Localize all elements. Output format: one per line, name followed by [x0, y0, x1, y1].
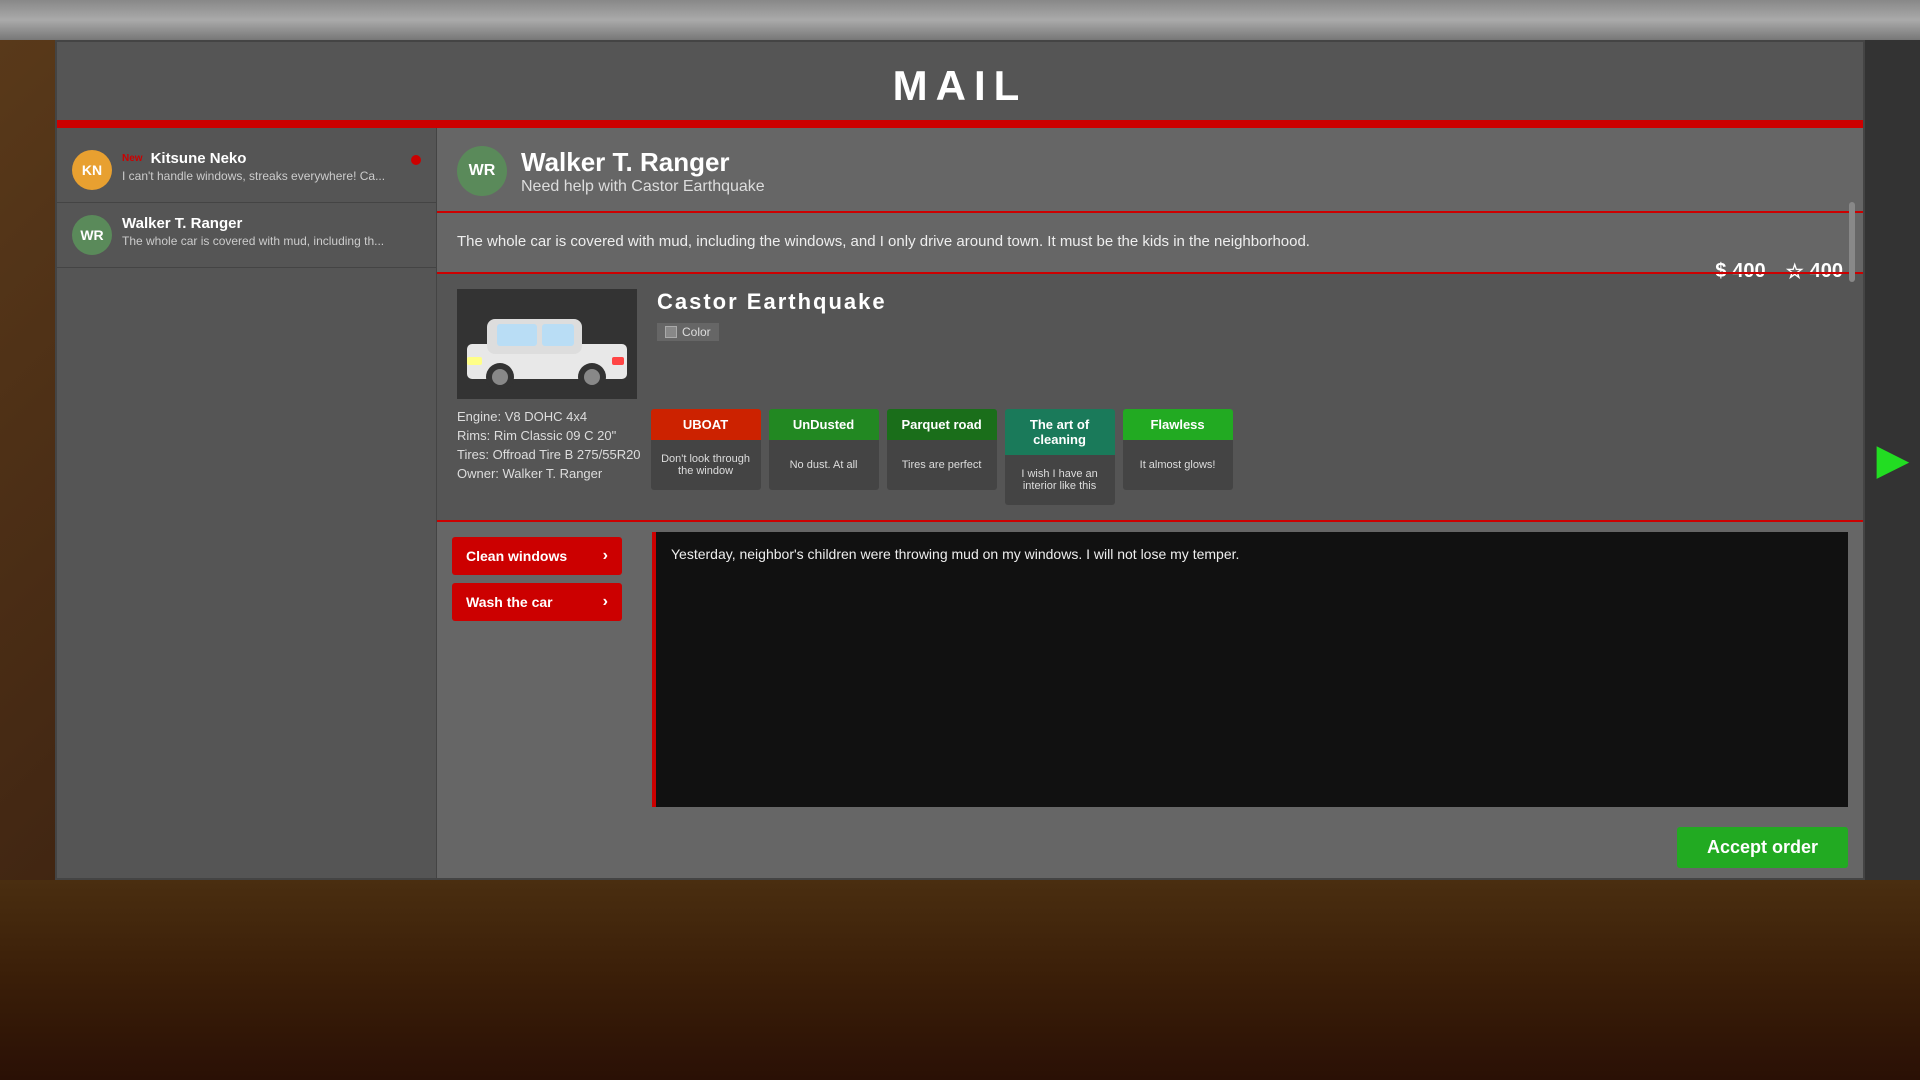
tasks-panel: Clean windows › Wash the car ›	[437, 522, 637, 818]
car-card-inner: Castor Earthquake Color $ 400	[457, 289, 1843, 399]
detail-sender-name: Walker T. Ranger	[521, 147, 765, 178]
badge-undusted-title: UnDusted	[769, 409, 879, 440]
badge-art-cleaning: The art of cleaning I wish I have an int…	[1005, 409, 1115, 505]
badge-uboat: UBOAT Don't look through the window	[651, 409, 761, 505]
ceiling-bg	[0, 0, 1920, 40]
mail-title: MAIL	[893, 62, 1028, 109]
badge-uboat-desc: Don't look through the window	[651, 440, 761, 490]
mail-preview-walker: The whole car is covered with mud, inclu…	[122, 234, 421, 248]
mail-item-header-kitsune: New Kitsune Neko	[122, 150, 401, 167]
car-specs: Engine: V8 DOHC 4x4 Rims: Rim Classic 09…	[457, 409, 641, 485]
mail-item-info-walker: Walker T. Ranger The whole car is covere…	[122, 215, 421, 248]
right-arrow-icon: ▶	[1877, 437, 1908, 483]
accept-order-button[interactable]: Accept order	[1677, 827, 1848, 868]
task-clean-windows-button[interactable]: Clean windows ›	[452, 537, 622, 575]
mail-preview-kitsune: I can't handle windows, streaks everywhe…	[122, 169, 401, 183]
notes-content: Yesterday, neighbor's children were thro…	[652, 532, 1848, 808]
badge-flawless-title: Flawless	[1123, 409, 1233, 440]
mail-panel: MAIL KN New Kitsune Neko I can't handle …	[55, 40, 1865, 880]
new-badge-kitsune: New	[122, 153, 143, 164]
mail-header: MAIL	[57, 42, 1863, 120]
notes-text: Yesterday, neighbor's children were thro…	[671, 546, 1239, 562]
mail-item-kitsune[interactable]: KN New Kitsune Neko I can't handle windo…	[57, 138, 436, 203]
badge-parquet-desc: Tires are perfect	[887, 440, 997, 490]
task-clean-windows-chevron: ›	[603, 547, 608, 565]
mail-detail: WR Walker T. Ranger Need help with Casto…	[437, 128, 1863, 878]
detail-subject: Need help with Castor Earthquake	[521, 178, 765, 196]
car-spec-rims: Rims: Rim Classic 09 C 20"	[457, 428, 641, 443]
mail-item-walker[interactable]: WR Walker T. Ranger The whole car is cov…	[57, 203, 436, 268]
detail-sender-info: Walker T. Ranger Need help with Castor E…	[521, 147, 765, 196]
badge-art-cleaning-desc: I wish I have an interior like this	[1005, 455, 1115, 505]
mail-list: KN New Kitsune Neko I can't handle windo…	[57, 128, 437, 878]
badge-uboat-title: UBOAT	[651, 409, 761, 440]
avatar-walker: WR	[72, 215, 112, 255]
bottom-wood	[0, 880, 1920, 1080]
sender-name-kitsune: Kitsune Neko	[151, 150, 247, 167]
task-clean-windows-label: Clean windows	[466, 548, 567, 564]
color-swatch	[665, 326, 677, 338]
car-card: Castor Earthquake Color $ 400	[437, 274, 1863, 522]
avatar-kitsune: KN	[72, 150, 112, 190]
detail-body: The whole car is covered with mud, inclu…	[437, 213, 1863, 274]
detail-avatar: WR	[457, 146, 507, 196]
mail-item-info-kitsune: New Kitsune Neko I can't handle windows,…	[122, 150, 401, 183]
mail-content-area: KN New Kitsune Neko I can't handle windo…	[57, 128, 1863, 878]
scroll-indicator[interactable]	[1849, 202, 1855, 282]
task-wash-car-label: Wash the car	[466, 594, 553, 610]
badge-parquet-title: Parquet road	[887, 409, 997, 440]
car-details-row: Engine: V8 DOHC 4x4 Rims: Rim Classic 09…	[457, 409, 1843, 505]
detail-sender-header: WR Walker T. Ranger Need help with Casto…	[437, 128, 1863, 213]
mail-item-header-walker: Walker T. Ranger	[122, 215, 421, 232]
badge-flawless: Flawless It almost glows!	[1123, 409, 1233, 505]
badge-art-cleaning-title: The art of cleaning	[1005, 409, 1115, 455]
header-divider	[57, 120, 1863, 128]
achievement-badges: UBOAT Don't look through the window UnDu…	[651, 409, 1843, 505]
task-wash-car-chevron: ›	[603, 593, 608, 611]
right-panel: ▶	[1865, 40, 1920, 880]
car-spec-tires: Tires: Offroad Tire B 275/55R20	[457, 447, 641, 462]
sender-name-walker: Walker T. Ranger	[122, 215, 242, 232]
task-wash-car-button[interactable]: Wash the car ›	[452, 583, 622, 621]
notes-panel: Yesterday, neighbor's children were thro…	[637, 522, 1863, 818]
bottom-section: Clean windows › Wash the car › Yesterday…	[437, 522, 1863, 818]
car-spec-engine: Engine: V8 DOHC 4x4	[457, 409, 641, 424]
unread-dot-kitsune	[411, 155, 421, 165]
car-info-area: Castor Earthquake Color $ 400	[657, 289, 1843, 349]
badge-flawless-desc: It almost glows!	[1123, 440, 1233, 490]
badge-undusted-desc: No dust. At all	[769, 440, 879, 490]
car-image-area	[457, 289, 637, 399]
car-image-svg	[462, 299, 632, 389]
car-name: Castor Earthquake	[657, 289, 887, 315]
accept-btn-area: Accept order	[437, 817, 1863, 878]
badge-undusted: UnDusted No dust. At all	[769, 409, 879, 505]
car-spec-owner: Owner: Walker T. Ranger	[457, 466, 641, 481]
detail-body-text: The whole car is covered with mud, inclu…	[457, 231, 1843, 254]
badge-parquet: Parquet road Tires are perfect	[887, 409, 997, 505]
color-label: Color	[682, 325, 711, 339]
color-badge: Color	[657, 323, 719, 341]
